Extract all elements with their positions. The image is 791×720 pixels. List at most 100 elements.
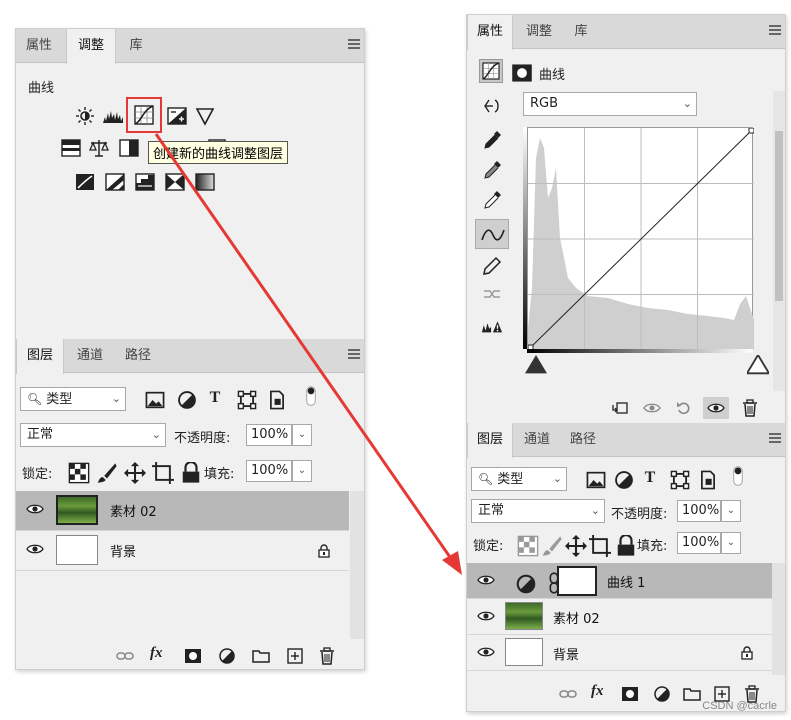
white-eyedropper-icon[interactable]	[481, 189, 503, 211]
white-point-slider-icon[interactable]	[747, 355, 769, 375]
lock-position-icon[interactable]	[124, 462, 146, 484]
levels-icon[interactable]	[102, 105, 124, 127]
chain-link-icon[interactable]	[543, 572, 559, 594]
lock-all-icon[interactable]	[615, 535, 635, 556]
tab-adjustments[interactable]: 调整	[66, 29, 116, 64]
mask-properties-icon[interactable]	[511, 62, 532, 82]
filter-shape-icon[interactable]	[236, 389, 257, 410]
black-point-slider-icon[interactable]	[525, 355, 547, 374]
layers-menu-icon[interactable]	[769, 433, 781, 445]
lock-artboard-icon[interactable]	[152, 462, 174, 484]
filter-type-icon[interactable]: T	[641, 469, 659, 487]
opacity-field[interactable]: 100%	[246, 424, 292, 446]
exposure-icon[interactable]	[166, 105, 188, 127]
new-adjustment-icon[interactable]	[218, 647, 236, 665]
delete-adjustment-icon[interactable]	[741, 399, 759, 417]
filter-adjustment-icon[interactable]	[613, 469, 633, 489]
layer-name[interactable]: 素材 02	[110, 501, 157, 520]
pencil-tool-icon[interactable]	[481, 255, 503, 277]
add-mask-icon[interactable]	[621, 685, 639, 703]
properties-scrollbar[interactable]	[773, 91, 785, 391]
layer-row-curves-1[interactable]: 曲线 1	[467, 563, 772, 599]
opacity-field[interactable]: 100%	[677, 500, 721, 522]
layers-menu-icon[interactable]	[348, 349, 360, 361]
tab-paths[interactable]: 路径	[116, 339, 160, 373]
curves-icon[interactable]	[133, 104, 155, 126]
hue-saturation-icon[interactable]	[60, 137, 82, 159]
filter-smart-object-icon[interactable]	[697, 469, 715, 490]
layer-row-background[interactable]: 背景	[16, 531, 349, 571]
layers-scrollbar[interactable]	[350, 491, 364, 639]
threshold-icon[interactable]	[134, 171, 156, 193]
lock-transparent-icon[interactable]	[517, 535, 539, 557]
opacity-chevron-icon[interactable]: ⌄	[292, 424, 312, 446]
channel-dropdown[interactable]: RGB ⌄	[523, 92, 697, 116]
new-group-icon[interactable]	[252, 647, 270, 665]
curves-graph[interactable]	[527, 127, 754, 350]
kind-filter-dropdown[interactable]: 🔍︎ 类型 ⌄	[20, 387, 126, 411]
smooth-curve-icon[interactable]	[481, 283, 503, 305]
visibility-eye-icon[interactable]	[26, 503, 44, 515]
on-image-adjust-icon[interactable]	[481, 95, 503, 115]
layer-name[interactable]: 曲线 1	[607, 572, 645, 591]
new-adjustment-icon[interactable]	[653, 685, 671, 703]
layers-scrollbar[interactable]	[772, 563, 785, 675]
scroll-thumb[interactable]	[775, 131, 783, 301]
panel-menu-icon[interactable]	[769, 25, 781, 37]
kind-filter-dropdown[interactable]: 🔍︎ 类型 ⌄	[471, 467, 567, 491]
lock-brush-icon[interactable]	[541, 535, 562, 556]
tab-properties[interactable]: 属性	[467, 15, 513, 50]
lock-all-icon[interactable]	[180, 462, 200, 483]
clipping-warning-icon[interactable]	[481, 315, 505, 337]
tab-channels[interactable]: 通道	[515, 423, 559, 457]
black-white-icon[interactable]	[118, 137, 140, 159]
layer-row-background[interactable]: 背景	[467, 635, 772, 671]
new-group-icon[interactable]	[683, 685, 701, 703]
layer-row-material-02[interactable]: 素材 02	[467, 599, 772, 635]
clip-to-layer-icon[interactable]	[611, 399, 629, 417]
fill-field[interactable]: 100%	[246, 460, 292, 482]
curve-point-tool-icon[interactable]	[475, 219, 509, 249]
blend-mode-dropdown[interactable]: 正常 ⌄	[471, 499, 605, 523]
new-layer-icon[interactable]	[286, 647, 304, 665]
visibility-eye-icon[interactable]	[477, 610, 495, 622]
selective-color-icon[interactable]	[194, 171, 216, 193]
tab-adjustments[interactable]: 调整	[517, 15, 561, 49]
gray-eyedropper-icon[interactable]	[481, 159, 503, 181]
filter-pixel-icon[interactable]	[144, 389, 165, 409]
filter-smart-object-icon[interactable]	[266, 389, 284, 410]
visibility-eye-icon[interactable]	[477, 646, 495, 658]
filter-type-icon[interactable]: T	[206, 389, 224, 407]
tab-library[interactable]: 库	[118, 29, 154, 63]
visibility-eye-icon[interactable]	[477, 574, 495, 586]
layer-mask-thumbnail[interactable]	[557, 566, 597, 596]
fill-chevron-icon[interactable]: ⌄	[721, 532, 741, 554]
delete-layer-icon[interactable]	[318, 647, 336, 665]
vibrance-icon[interactable]	[194, 105, 216, 127]
lock-position-icon[interactable]	[565, 535, 587, 557]
filter-toggle-icon[interactable]	[300, 385, 316, 411]
toggle-visibility-icon[interactable]	[703, 397, 729, 419]
layer-name[interactable]: 背景	[553, 644, 579, 663]
reset-icon[interactable]	[675, 399, 693, 417]
invert-icon[interactable]	[74, 171, 96, 193]
lock-artboard-icon[interactable]	[589, 535, 611, 557]
fill-field[interactable]: 100%	[677, 532, 721, 554]
filter-shape-icon[interactable]	[669, 469, 690, 490]
color-balance-icon[interactable]	[88, 137, 110, 159]
black-eyedropper-icon[interactable]	[481, 129, 503, 151]
view-previous-icon[interactable]	[643, 399, 661, 417]
add-mask-icon[interactable]	[184, 647, 202, 665]
blend-mode-dropdown[interactable]: 正常 ⌄	[20, 423, 166, 447]
panel-menu-icon[interactable]	[348, 39, 360, 51]
fill-chevron-icon[interactable]: ⌄	[292, 460, 312, 482]
filter-toggle-icon[interactable]	[727, 465, 743, 491]
tab-library[interactable]: 库	[563, 15, 599, 49]
gradient-map-icon[interactable]	[164, 171, 186, 193]
tab-channels[interactable]: 通道	[68, 339, 112, 373]
visibility-eye-icon[interactable]	[26, 543, 44, 555]
tab-layers[interactable]: 图层	[16, 339, 64, 374]
layer-name[interactable]: 背景	[110, 541, 136, 560]
fx-icon[interactable]: fx	[591, 683, 609, 701]
layer-name[interactable]: 素材 02	[553, 608, 600, 627]
